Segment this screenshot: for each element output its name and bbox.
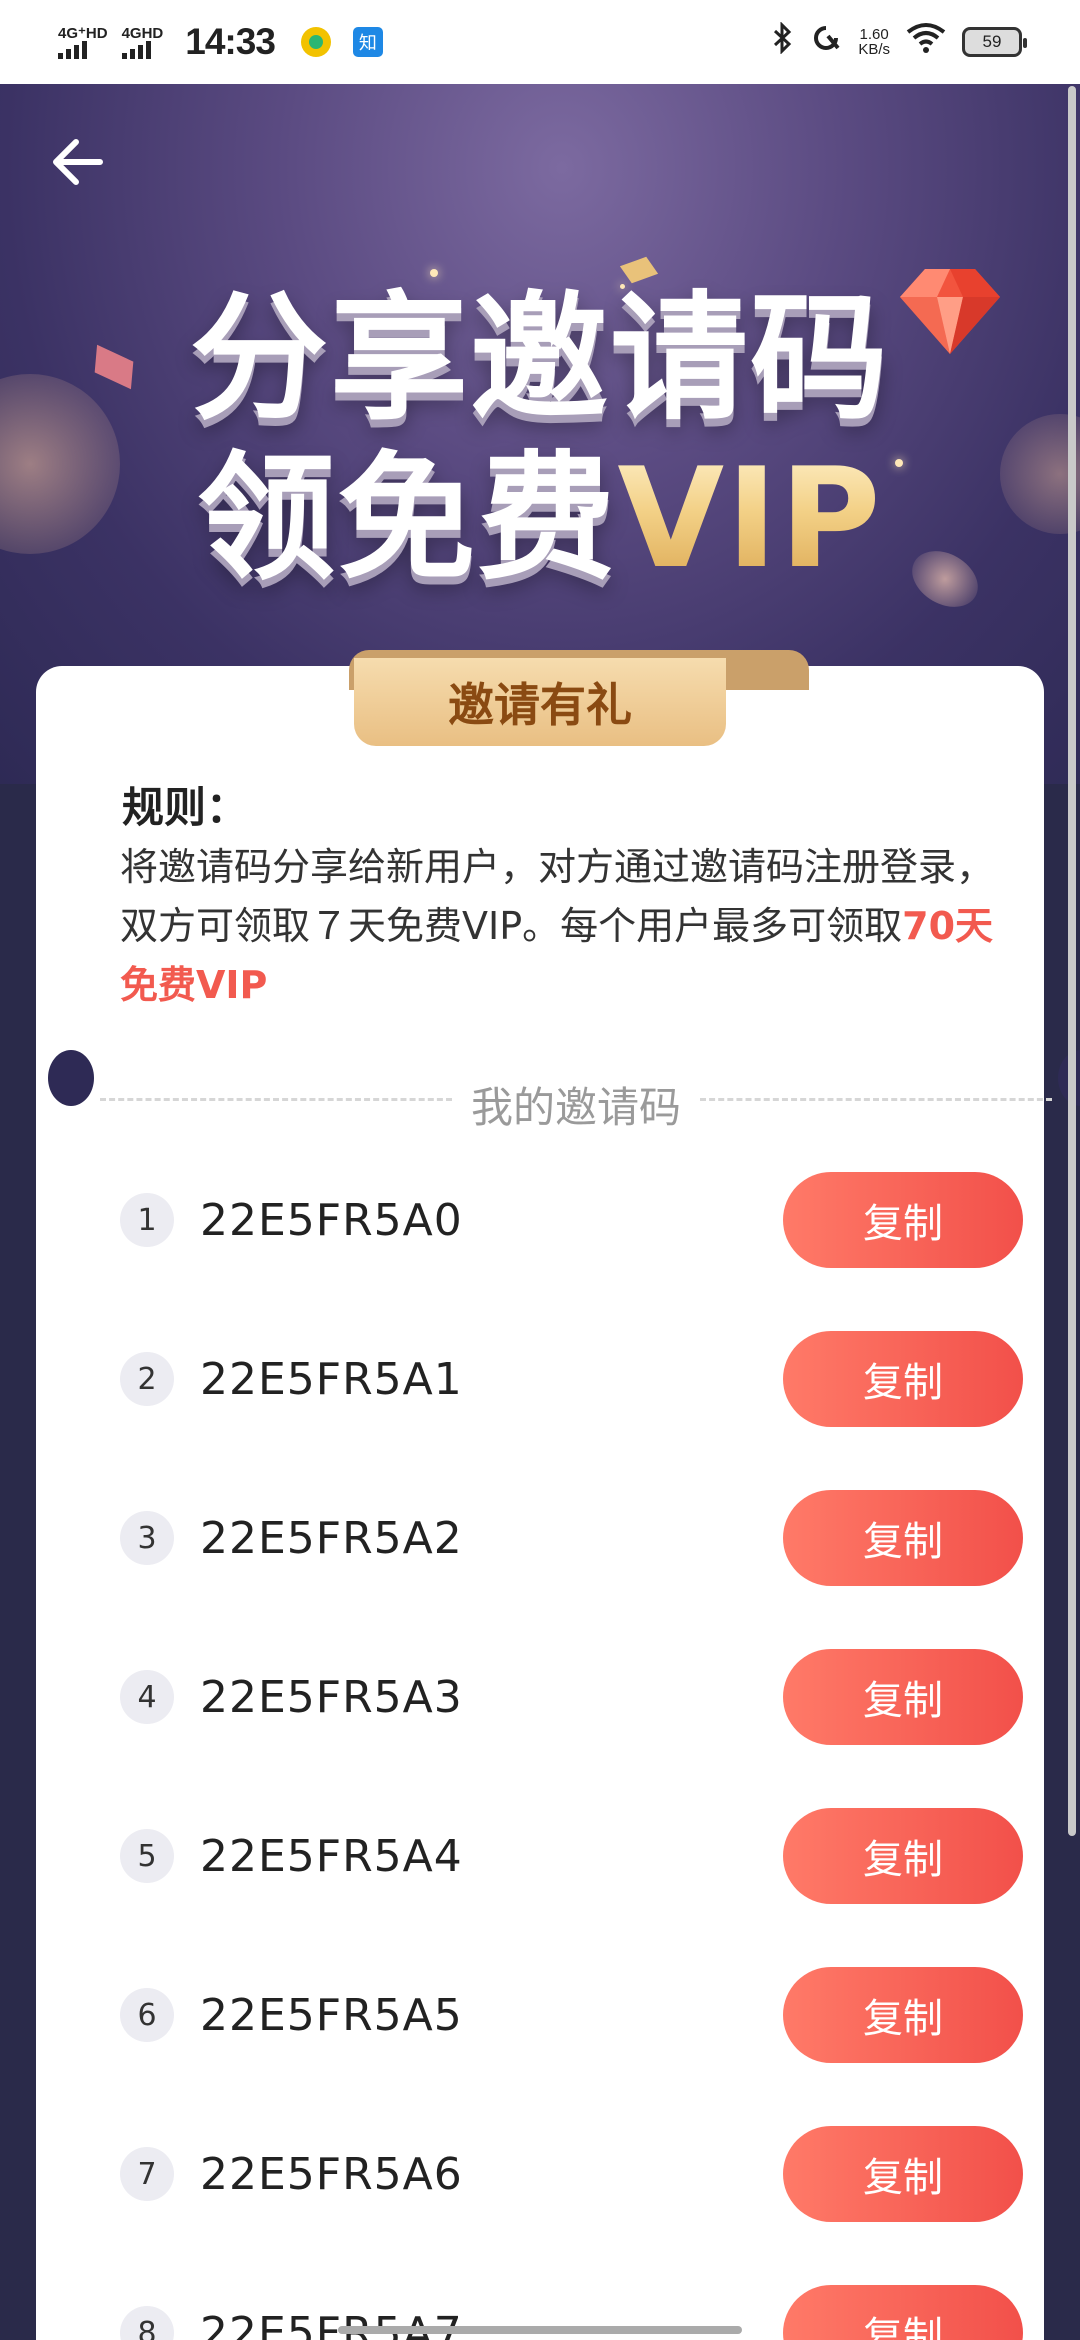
code-row: 1 22E5FR5A0 复制 xyxy=(120,1170,1032,1270)
status-bar: 4G⁺HD 4GHD 14:33 知 1.60 KB/s 59 xyxy=(0,0,1080,84)
code-row: 5 22E5FR5A4 复制 xyxy=(120,1806,1032,1906)
copy-button[interactable]: 复制 xyxy=(783,2126,1023,2222)
my-invite-codes-label: 我的邀请码 xyxy=(470,1083,681,1132)
code-row: 7 22E5FR5A6 复制 xyxy=(120,2124,1032,2224)
invite-code: 22E5FR5A6 xyxy=(200,2148,463,2200)
code-index: 5 xyxy=(120,1829,174,1883)
invite-code: 22E5FR5A1 xyxy=(200,1353,463,1405)
battery-icon: 59 xyxy=(962,27,1027,57)
code-index: 7 xyxy=(120,2147,174,2201)
code-row: 6 22E5FR5A5 复制 xyxy=(120,1965,1032,2065)
hero-title-vip: VIP xyxy=(617,438,883,599)
ticket-notch xyxy=(48,1050,94,1106)
hero-title-line2: 领免费VIP xyxy=(0,444,1080,594)
signal-label: 4G⁺HD xyxy=(58,24,108,42)
bluetooth-icon xyxy=(772,21,794,62)
hero-title-prefix: 领免费 xyxy=(197,438,618,599)
code-row: 4 22E5FR5A3 复制 xyxy=(120,1647,1032,1747)
zhihu-notification-icon: 知 xyxy=(352,27,383,57)
rules-text: 将邀请码分享给新用户，对方通过邀请码注册登录，双方可领取７天免费VIP。每个用户… xyxy=(120,838,1000,1015)
code-index: 1 xyxy=(120,1193,174,1247)
invite-code: 22E5FR5A3 xyxy=(200,1671,463,1723)
wifi-icon xyxy=(906,22,946,62)
code-index: 4 xyxy=(120,1670,174,1724)
copy-button[interactable]: 复制 xyxy=(783,1331,1023,1427)
rules-title: 规则： xyxy=(122,783,249,832)
copy-button[interactable]: 复制 xyxy=(783,1172,1023,1268)
invite-code: 22E5FR5A5 xyxy=(200,1989,463,2041)
code-index: 8 xyxy=(120,2306,174,2340)
rules-body: 将邀请码分享给新用户，对方通过邀请码注册登录，双方可领取７天免费VIP。每个用户… xyxy=(120,845,995,948)
back-button[interactable] xyxy=(50,134,120,204)
scrollbar[interactable] xyxy=(1068,86,1076,1836)
signal-label-2: 4GHD xyxy=(121,24,164,42)
invite-code: 22E5FR5A7 xyxy=(200,2307,463,2340)
code-row: 2 22E5FR5A1 复制 xyxy=(120,1329,1032,1429)
copy-button[interactable]: 复制 xyxy=(783,1490,1023,1586)
network-speed: 1.60 KB/s xyxy=(858,26,890,58)
invite-code: 22E5FR5A2 xyxy=(200,1512,463,1564)
clock: 14:33 xyxy=(185,21,276,62)
code-row: 3 22E5FR5A2 复制 xyxy=(120,1488,1032,1588)
code-index: 2 xyxy=(120,1352,174,1406)
sparkle-decoration xyxy=(430,269,438,277)
dashed-divider xyxy=(700,1098,1052,1101)
signal-icon: 4G⁺HD xyxy=(58,26,108,59)
code-index: 6 xyxy=(120,1988,174,2042)
app-notification-icon xyxy=(300,27,331,57)
dashed-divider xyxy=(100,1098,452,1101)
alarm-icon xyxy=(810,22,842,62)
copy-button[interactable]: 复制 xyxy=(783,1808,1023,1904)
signal-icon-2: 4GHD xyxy=(121,24,164,59)
back-arrow-icon xyxy=(53,139,103,185)
hero-title-line1: 分享邀请码 xyxy=(189,278,890,439)
copy-button[interactable]: 复制 xyxy=(783,1649,1023,1745)
code-index: 3 xyxy=(120,1511,174,1565)
home-indicator[interactable] xyxy=(338,2326,742,2334)
invite-card: 邀请有礼 规则： 将邀请码分享给新用户，对方通过邀请码注册登录，双方可领取７天免… xyxy=(36,650,1080,2340)
copy-button[interactable]: 复制 xyxy=(783,2285,1023,2340)
invite-gift-ribbon: 邀请有礼 xyxy=(354,658,726,746)
invite-code: 22E5FR5A4 xyxy=(200,1830,463,1882)
copy-button[interactable]: 复制 xyxy=(783,1967,1023,2063)
invite-code: 22E5FR5A0 xyxy=(200,1194,463,1246)
